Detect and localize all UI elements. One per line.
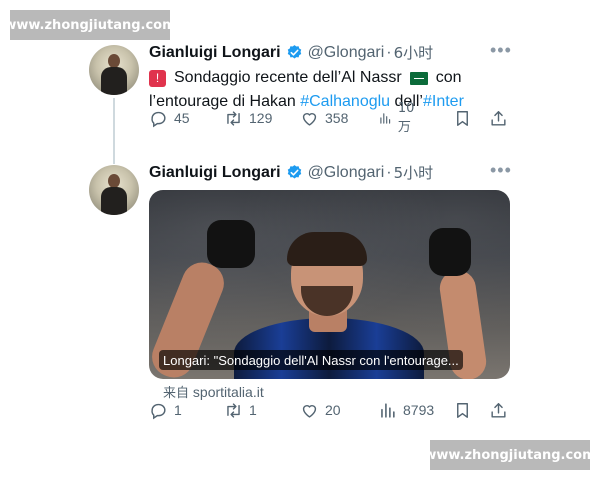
more-icon[interactable]: ••• <box>490 40 512 61</box>
reply-button[interactable]: 45 <box>149 109 190 128</box>
share-icon <box>491 402 506 418</box>
heart-icon <box>302 112 317 126</box>
player-hair <box>287 232 367 266</box>
avatar[interactable] <box>89 165 139 215</box>
tweet-timestamp[interactable]: 5小时 <box>394 162 434 183</box>
retweet-icon <box>227 110 240 126</box>
views-count: 10万 <box>397 101 415 135</box>
share-button[interactable] <box>489 401 514 420</box>
tweet-text-line1-end: con <box>435 69 462 86</box>
tweet-header: Gianluigi Longari @Glongari · 5小时 <box>149 162 433 183</box>
like-button[interactable]: 358 <box>300 109 348 128</box>
link-card-caption: Longari: "Sondaggio dell'Al Nassr con l'… <box>159 350 463 370</box>
more-icon[interactable]: ••• <box>490 160 512 181</box>
tweet-text-line1: Sondaggio recente dell’Al Nassr <box>174 69 402 86</box>
like-button[interactable]: 20 <box>300 401 341 420</box>
retweet-icon <box>227 402 240 418</box>
retweet-count: 1 <box>249 402 257 418</box>
bookmark-button[interactable] <box>453 109 478 128</box>
tweet-timestamp[interactable]: 6小时 <box>394 42 434 63</box>
verified-badge-icon <box>287 45 301 59</box>
bookmark-icon <box>457 402 468 418</box>
author-name[interactable]: Gianluigi Longari <box>149 44 281 62</box>
reply-count: 1 <box>174 402 182 418</box>
author-handle[interactable]: @Glongari <box>308 164 385 182</box>
views-button[interactable]: 8793 <box>378 401 434 420</box>
views-count: 8793 <box>403 402 435 418</box>
tweet-header: Gianluigi Longari @Glongari · 6小时 <box>149 42 433 63</box>
verified-badge-icon <box>287 165 301 179</box>
reply-icon <box>151 111 166 127</box>
views-icon <box>381 402 395 418</box>
player-glove <box>429 228 471 276</box>
like-count: 358 <box>325 110 349 126</box>
heart-icon <box>302 404 317 418</box>
retweet-count: 129 <box>249 110 273 126</box>
avatar[interactable] <box>89 45 139 95</box>
author-name[interactable]: Gianluigi Longari <box>149 164 281 182</box>
share-button[interactable] <box>489 109 514 128</box>
link-card-source[interactable]: 来自 sportitalia.it <box>163 382 264 401</box>
header-separator: · <box>386 43 392 61</box>
watermark-bottom: www.zhongjiutang.com <box>424 440 596 470</box>
reply-icon <box>151 403 166 419</box>
author-handle[interactable]: @Glongari <box>308 44 385 62</box>
alert-emoji-icon: ! <box>149 69 166 87</box>
reply-button[interactable]: 1 <box>149 401 182 420</box>
thread-connector-line <box>113 98 115 164</box>
retweet-button[interactable]: 129 <box>224 109 272 128</box>
source-domain: sportitalia.it <box>192 384 264 400</box>
tweet-text: ! Sondaggio recente dell’Al Nassr con l’… <box>149 66 509 114</box>
link-card-media[interactable]: Longari: "Sondaggio dell'Al Nassr con l'… <box>149 190 510 379</box>
watermark-top: www.zhongjiutang.com <box>4 10 176 40</box>
reply-count: 45 <box>174 110 190 126</box>
bookmark-button[interactable] <box>453 401 478 420</box>
views-icon <box>380 112 391 124</box>
views-button[interactable]: 10万 <box>378 101 420 135</box>
like-count: 20 <box>325 402 341 418</box>
retweet-button[interactable]: 1 <box>224 401 257 420</box>
player-glove <box>207 220 255 268</box>
source-prefix: 来自 <box>163 386 190 401</box>
header-separator: · <box>386 163 392 181</box>
bookmark-icon <box>457 110 468 126</box>
saudi-flag-icon <box>409 71 428 85</box>
share-icon <box>491 110 506 126</box>
